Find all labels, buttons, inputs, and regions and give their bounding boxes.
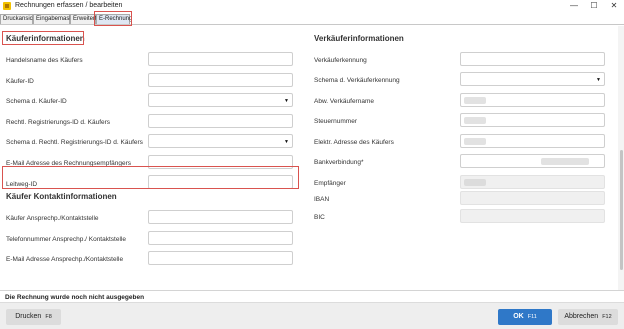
buyer-name-input[interactable] (148, 52, 293, 66)
seller-iban-field (460, 191, 605, 205)
chevron-down-icon[interactable]: ▼ (596, 77, 601, 83)
print-button-label: Drucken (15, 313, 42, 320)
chevron-down-icon[interactable]: ▼ (284, 98, 289, 104)
redacted-value (464, 97, 486, 104)
form-area: Käuferinformationen Handelsname des Käuf… (0, 26, 624, 290)
section-title-buyer-contact: Käufer Kontaktinformationen (6, 192, 117, 201)
seller-scheme-select[interactable]: ▼ (460, 72, 605, 86)
contact-phone-input[interactable] (148, 231, 293, 245)
minimize-button[interactable]: — (564, 0, 584, 12)
label-buyer-reg-id: Rechtl. Registrierungs-ID d. Käufers (6, 119, 111, 126)
button-bar: Drucken F8 OK F11 Abbrechen F12 (0, 303, 624, 329)
buyer-scheme-select[interactable]: ▼ (148, 93, 293, 107)
tab-eingabemaske[interactable]: Eingabemaske (33, 14, 76, 24)
cancel-button-key: F12 (602, 314, 612, 320)
contact-person-input[interactable] (148, 210, 293, 224)
label-buyer-name: Handelsname des Käufers (6, 57, 83, 64)
seller-kennung-input[interactable] (460, 52, 605, 66)
seller-elektr-input[interactable] (460, 134, 605, 148)
label-seller-abw-name: Abw. Verkäufername (314, 98, 374, 105)
contact-email-input[interactable] (148, 251, 293, 265)
maximize-button[interactable]: ☐ (584, 0, 604, 12)
seller-tax-input[interactable] (460, 113, 605, 127)
status-bar: Die Rechnung wurde noch nicht ausgegeben (0, 290, 624, 303)
label-seller-tax: Steuernummer (314, 118, 357, 125)
redacted-value (464, 138, 486, 145)
seller-bank-select[interactable] (460, 154, 605, 168)
label-seller-iban: IBAN (314, 196, 330, 203)
label-buyer-scheme: Schema d. Käufer-ID (6, 98, 67, 105)
seller-bic-field (460, 209, 605, 223)
label-seller-recipient: Empfänger (314, 180, 346, 187)
tab-druckansicht[interactable]: Druckansicht (0, 14, 38, 24)
window-title: Rechnungen erfassen / bearbeiten (15, 2, 123, 9)
label-seller-kennung: Verkäuferkennung (314, 57, 367, 64)
chevron-down-icon[interactable]: ▼ (284, 139, 289, 145)
app-icon (3, 2, 11, 10)
buyer-id-input[interactable] (148, 73, 293, 87)
highlight-leitweg-row (2, 166, 299, 189)
redacted-value (541, 158, 589, 165)
ok-button-label: OK (513, 313, 524, 320)
print-button-key: F8 (45, 314, 52, 320)
tab-erweitert[interactable]: Erweitert (70, 14, 97, 24)
label-contact-phone: Telefonnummer Ansprechp./ Kontaktstelle (6, 236, 126, 243)
label-seller-elektr: Elektr. Adresse des Käufers (314, 139, 394, 146)
close-button[interactable]: ✕ (604, 0, 624, 12)
ok-button[interactable]: OK F11 (498, 309, 552, 325)
ok-button-key: F11 (527, 314, 537, 320)
highlight-tab (94, 11, 132, 26)
seller-recipient-field (460, 175, 605, 189)
print-button[interactable]: Drucken F8 (6, 309, 61, 325)
seller-abw-name-input[interactable] (460, 93, 605, 107)
label-buyer-reg-scheme: Schema d. Rechtl. Registrierungs-ID d. K… (6, 139, 143, 146)
label-buyer-id: Käufer-ID (6, 78, 34, 85)
redacted-value (464, 117, 486, 124)
section-title-seller: Verkäuferinformationen (314, 34, 404, 43)
scrollbar-thumb[interactable] (620, 150, 623, 270)
cancel-button[interactable]: Abbrechen F12 (558, 309, 618, 325)
redacted-value (464, 179, 486, 186)
buyer-reg-scheme-select[interactable]: ▼ (148, 134, 293, 148)
status-text: Die Rechnung wurde noch nicht ausgegeben (5, 294, 145, 301)
label-contact-person: Käufer Ansprechp./Kontaktstelle (6, 215, 99, 222)
label-seller-scheme: Schema d. Verkäuferkennung (314, 77, 400, 84)
label-seller-bic: BIC (314, 214, 325, 221)
highlight-buyer-title (2, 31, 84, 45)
cancel-button-label: Abbrechen (564, 313, 599, 320)
buyer-reg-id-input[interactable] (148, 114, 293, 128)
label-contact-email: E-Mail Adresse Ansprechp./Kontaktstelle (6, 256, 124, 263)
label-seller-bank: Bankverbindung* (314, 159, 364, 166)
